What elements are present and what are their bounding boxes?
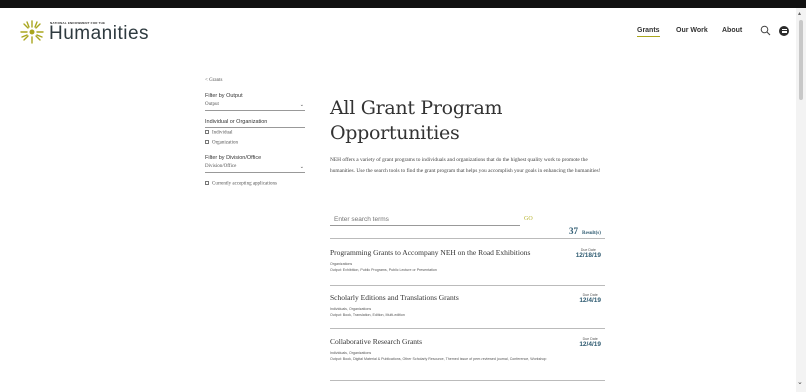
checkbox-icon[interactable] (205, 181, 209, 185)
neh-logo-icon[interactable] (20, 20, 44, 44)
individual-org-label: Individual or Organization (205, 119, 268, 125)
divider (330, 380, 605, 381)
search-input[interactable] (330, 213, 520, 226)
division-filter-label: Filter by Division/Office (205, 155, 262, 161)
scroll-up-icon[interactable]: ▴ (798, 10, 801, 17)
results-label: Result(s) (582, 231, 601, 236)
results-number: 37 (569, 226, 578, 236)
checkbox-icon[interactable] (205, 140, 209, 144)
grant-title-link[interactable]: Programming Grants to Accompany NEH on t… (330, 248, 605, 257)
due-date: Due Date 12/18/19 (576, 248, 601, 259)
grant-list-item: Scholarly Editions and Translations Gran… (330, 293, 605, 318)
due-date-value: 12/18/19 (575, 252, 601, 259)
page-scrollbar[interactable]: ▴ ⌄ (796, 8, 806, 392)
logo-wordmark[interactable]: Humanities (49, 24, 149, 44)
chevron-down-icon: ⌄ (299, 165, 304, 170)
accepting-applications-label: Currently accepting applications (212, 181, 277, 187)
due-date: Due Date 12/4/19 (579, 337, 601, 348)
results-count: 37 Result(s) (569, 221, 601, 239)
divider (330, 285, 605, 286)
division-select[interactable]: Division/Office ⌄ (205, 164, 305, 173)
scroll-down-icon[interactable]: ⌄ (797, 378, 803, 386)
due-date: Due Date 12/4/19 (579, 293, 601, 304)
menu-icon[interactable] (779, 26, 789, 36)
nav-our-work[interactable]: Our Work (676, 27, 708, 34)
nav-about[interactable]: About (722, 27, 742, 34)
browser-page: NATIONAL ENDOWMENT FOR THE Humanities Gr… (0, 8, 806, 392)
output-filter-label: Filter by Output (205, 93, 243, 99)
accepting-applications-checkbox[interactable]: Currently accepting applications (205, 181, 277, 187)
nav-grants[interactable]: Grants (637, 27, 660, 37)
division-select-value: Division/Office (205, 164, 237, 169)
scrollbar-thumb[interactable] (799, 20, 803, 100)
due-date-value: 12/4/19 (579, 341, 601, 348)
chevron-down-icon: ⌄ (299, 103, 304, 108)
organization-checkbox[interactable]: Organization (205, 140, 238, 146)
back-to-grants-link[interactable]: < Grants (205, 78, 222, 83)
grant-title-link[interactable]: Scholarly Editions and Translations Gran… (330, 293, 605, 302)
due-date-value: 12/4/19 (579, 297, 601, 304)
grant-title-link[interactable]: Collaborative Research Grants (330, 337, 605, 346)
search-icon[interactable] (760, 25, 771, 36)
checkbox-icon[interactable] (205, 130, 209, 134)
page-title: All Grant Program Opportunities (330, 97, 503, 144)
individual-checkbox-label: Individual (212, 130, 233, 136)
grant-output: Output: Exhibition, Public Programs, Pub… (330, 268, 437, 272)
organization-checkbox-label: Organization (212, 140, 239, 146)
intro-paragraph: NEH offers a variety of grant programs t… (330, 157, 601, 174)
divider (205, 127, 305, 128)
grant-output: Output: Book, Translation, Edition, Mult… (330, 313, 405, 317)
grant-list-item: Programming Grants to Accompany NEH on t… (330, 248, 605, 273)
output-select-value: Output (205, 102, 219, 107)
grant-output: Output: Book, Digital Material & Publica… (330, 357, 547, 361)
output-select[interactable]: Output ⌄ (205, 102, 305, 111)
individual-checkbox[interactable]: Individual (205, 130, 233, 136)
go-button[interactable]: GO (524, 216, 533, 222)
grant-list-item: Collaborative Research Grants Individual… (330, 337, 605, 362)
site-header: NATIONAL ENDOWMENT FOR THE Humanities Gr… (0, 8, 806, 60)
divider (330, 328, 605, 329)
divider (330, 238, 605, 239)
